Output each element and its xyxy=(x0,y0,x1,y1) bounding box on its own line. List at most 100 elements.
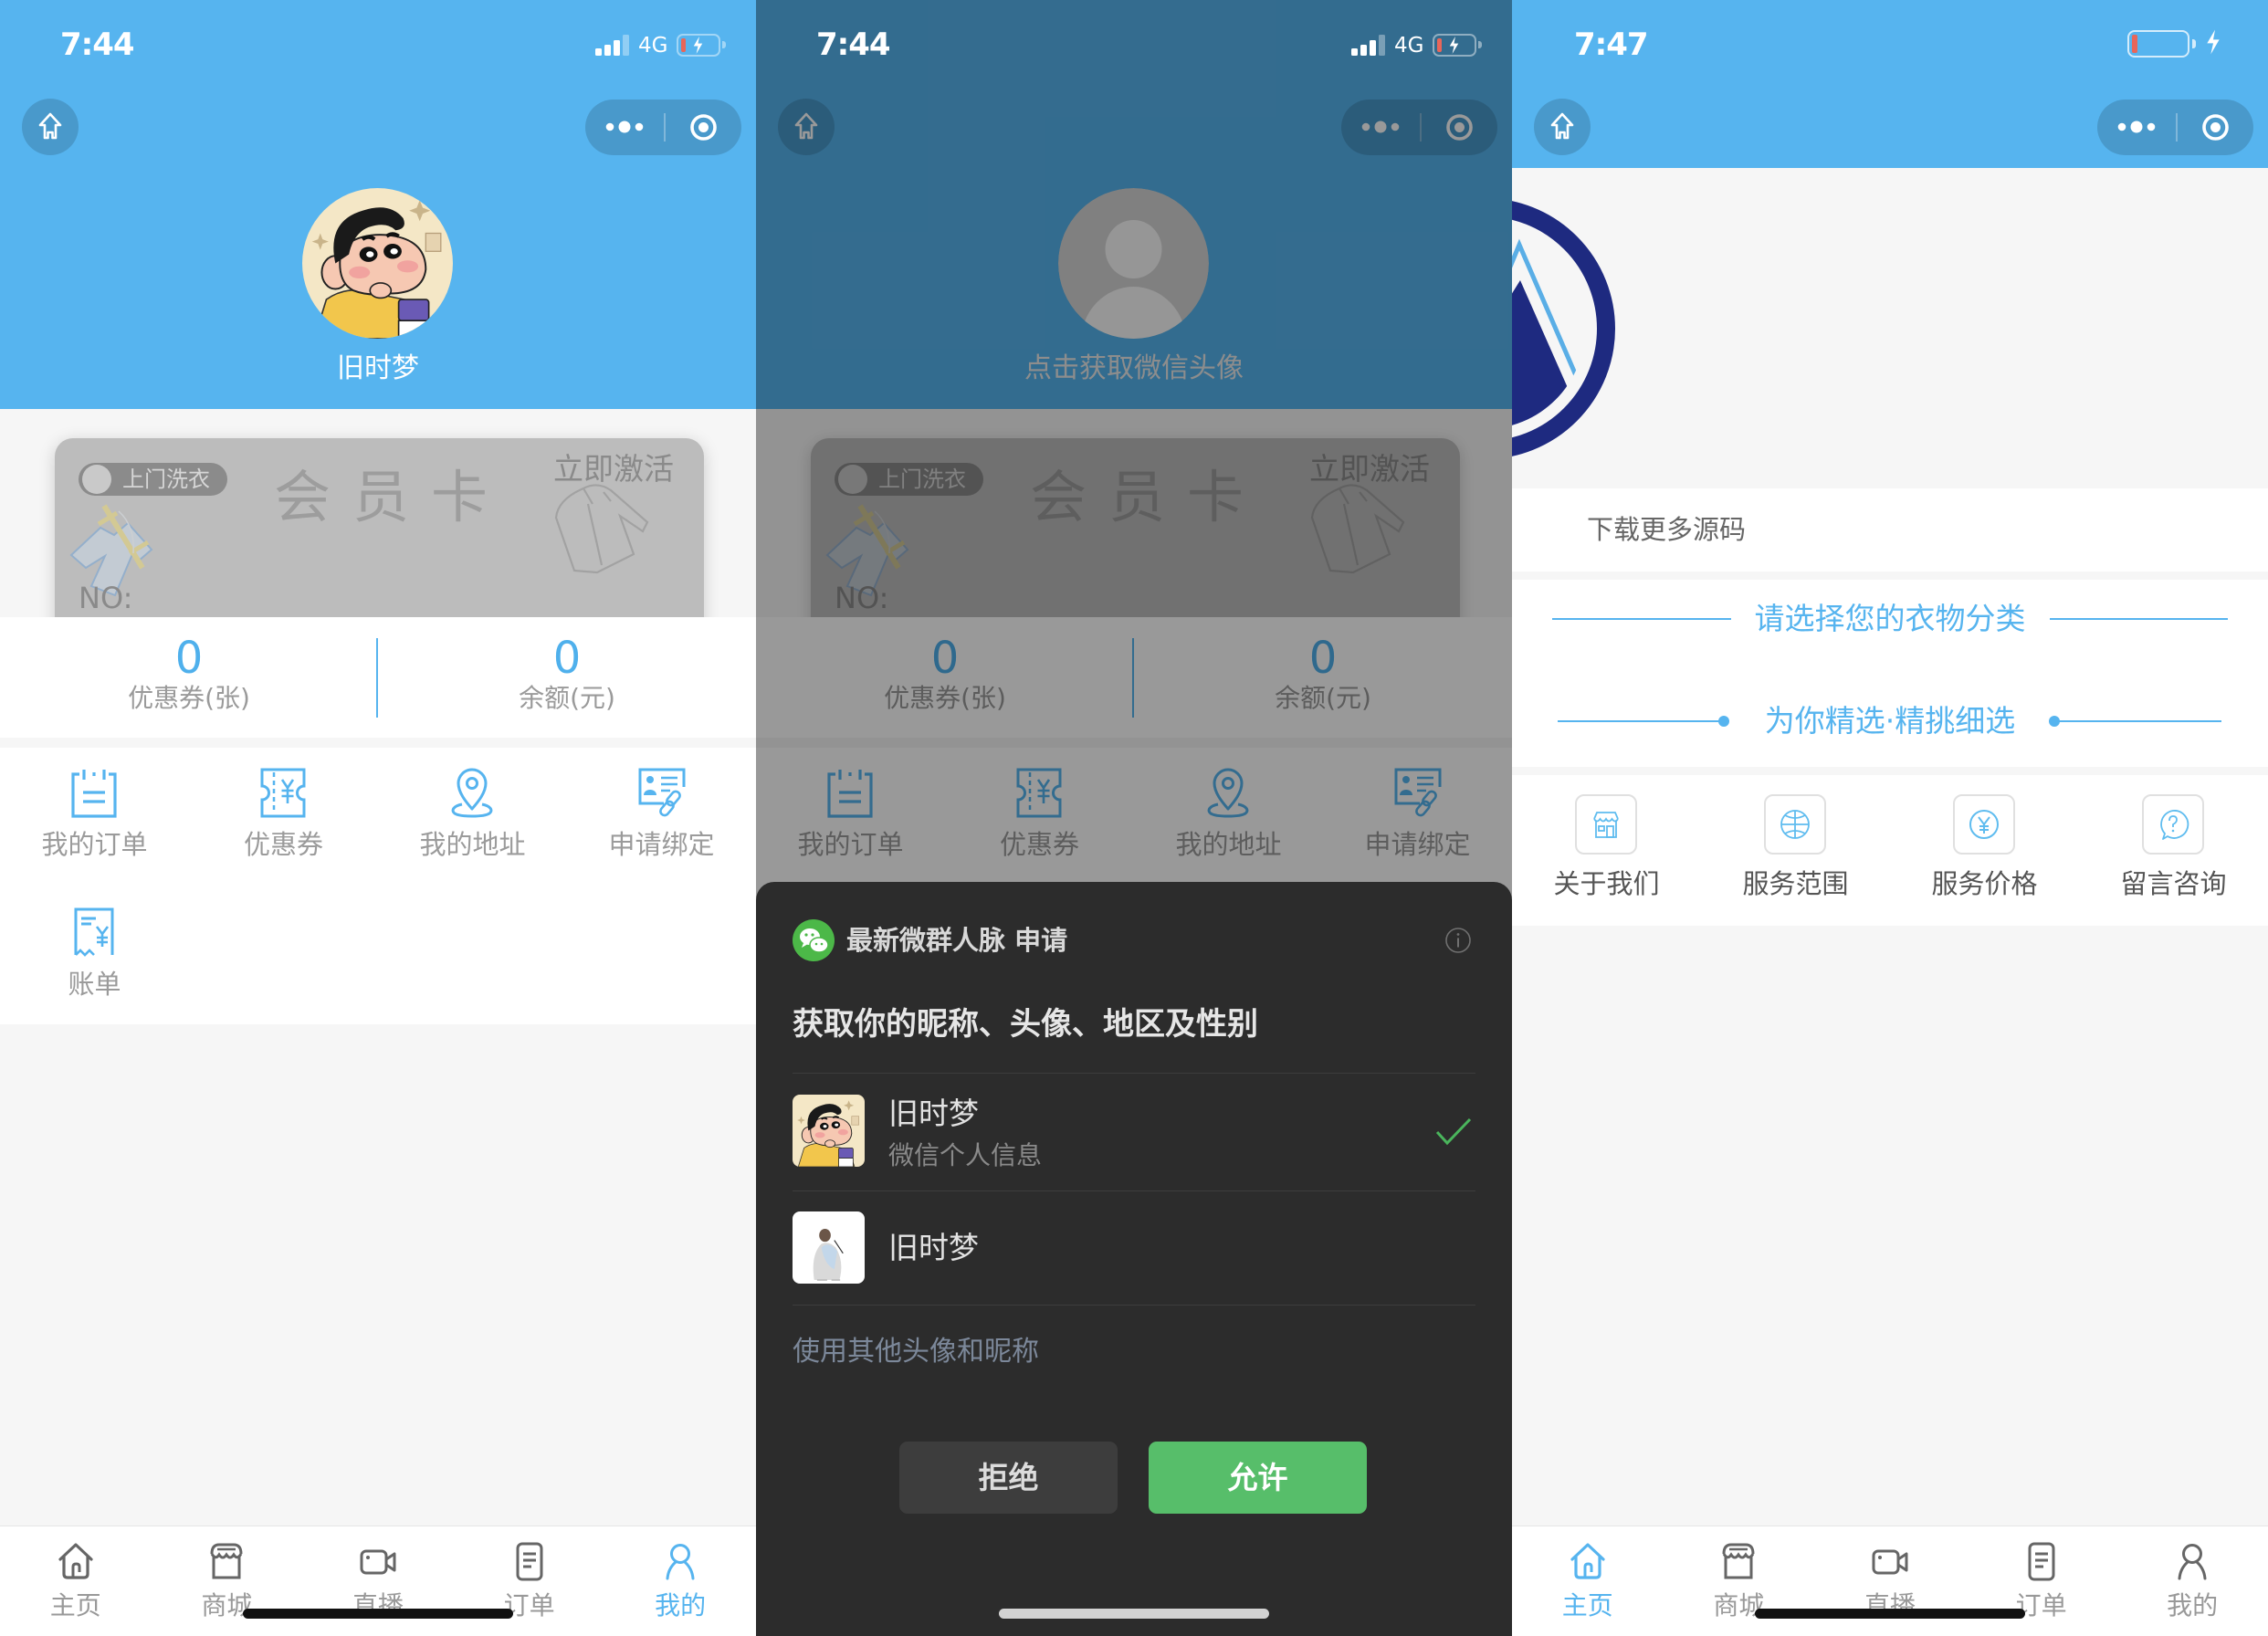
globe-icon xyxy=(1779,808,1811,841)
user-avatar[interactable] xyxy=(302,188,453,339)
tab-orders[interactable]: 订单 xyxy=(454,1526,605,1636)
profile-option-wechat[interactable]: 旧时梦 微信个人信息 xyxy=(756,1095,1512,1209)
close-miniprogram-button[interactable] xyxy=(2176,100,2253,155)
divider xyxy=(793,1305,1475,1306)
menu-label: 优惠券 xyxy=(243,829,323,860)
balance-stat[interactable]: 0 余额(元) xyxy=(378,617,756,738)
tab-home[interactable]: 主页 xyxy=(1512,1526,1664,1636)
reject-button[interactable]: 拒绝 xyxy=(899,1442,1118,1514)
stat-label: 优惠券(张) xyxy=(128,683,250,713)
menu-bills[interactable]: 账单 xyxy=(0,887,189,1024)
network-type: 4G xyxy=(1394,34,1424,58)
service-icon-box xyxy=(1764,794,1826,855)
tab-label: 主页 xyxy=(1561,1590,1613,1620)
notice-bar[interactable]: 下载更多源码 xyxy=(1512,488,2268,572)
home-indicator[interactable] xyxy=(243,1609,513,1619)
service-prices[interactable]: 服务价格 xyxy=(1890,775,2079,926)
home-icon xyxy=(56,1541,96,1581)
tab-store[interactable]: 商城 xyxy=(1664,1526,1815,1636)
tab-label: 主页 xyxy=(49,1590,101,1620)
tab-mine[interactable]: 我的 xyxy=(604,1526,756,1636)
home-indicator[interactable] xyxy=(1755,1609,2025,1619)
home-nav-button[interactable] xyxy=(22,99,79,155)
stat-value: 0 xyxy=(552,633,582,684)
username: 旧时梦 xyxy=(337,352,419,384)
tab-live[interactable]: 直播 xyxy=(302,1526,454,1636)
service-scope[interactable]: 服务范围 xyxy=(1701,775,1890,926)
battery-icon xyxy=(2127,30,2196,58)
use-other-avatar-link[interactable]: 使用其他头像和昵称 xyxy=(793,1336,1039,1369)
tab-mine[interactable]: 我的 xyxy=(2116,1526,2268,1636)
store-icon xyxy=(206,1541,247,1581)
member-card-title: 会员卡 xyxy=(274,464,510,530)
menu-my-address[interactable]: 我的地址 xyxy=(378,748,567,885)
service-label: 服务范围 xyxy=(1742,868,1849,899)
service-consultation[interactable]: 留言咨询 xyxy=(2079,775,2268,926)
tab-live[interactable]: 直播 xyxy=(1814,1526,1966,1636)
menu-label: 我的订单 xyxy=(41,829,148,860)
checkmark-icon xyxy=(1435,1117,1472,1146)
screen-home: 7:47 下载更多源码 请选择您的衣物分类 为你精选·精挑细选 关于我们 服务范… xyxy=(1512,0,2268,1636)
close-miniprogram-button[interactable] xyxy=(664,100,741,155)
tab-bar: 主页 商城 直播 订单 我的 xyxy=(0,1526,756,1636)
service-icon-box xyxy=(1953,794,2015,855)
home-icon xyxy=(1568,1541,1608,1581)
target-circle-icon xyxy=(2201,113,2230,142)
profile-option-alternate[interactable]: 旧时梦 xyxy=(756,1211,1512,1326)
home-arrow-icon xyxy=(1549,111,1575,141)
coupon-count-stat[interactable]: 0 优惠券(张) xyxy=(0,617,378,738)
status-bar: 7:44 4G xyxy=(756,0,1512,91)
status-time: 7:44 xyxy=(60,26,135,63)
option-avatar xyxy=(793,1095,865,1167)
option-name: 旧时梦 xyxy=(888,1096,979,1131)
status-time: 7:44 xyxy=(816,26,891,63)
option-avatar xyxy=(793,1211,865,1284)
tab-store[interactable]: 商城 xyxy=(152,1526,303,1636)
location-pin-icon xyxy=(447,767,497,819)
stat-value: 0 xyxy=(174,633,204,684)
document-icon xyxy=(2021,1541,2062,1581)
capsule-menu xyxy=(2097,100,2253,155)
tab-orders[interactable]: 订单 xyxy=(1966,1526,2117,1636)
wechat-icon xyxy=(793,919,835,961)
permission-heading: 获取你的昵称、头像、地区及性别 xyxy=(793,1006,1258,1043)
menu-coupons[interactable]: 优惠券 xyxy=(189,748,378,885)
allow-button[interactable]: 允许 xyxy=(1149,1442,1367,1514)
jacket-image xyxy=(547,481,658,575)
app-name: 最新微群人脉 xyxy=(846,925,1006,956)
network-type: 4G xyxy=(638,34,668,58)
menu-my-orders[interactable]: 我的订单 xyxy=(0,748,189,885)
avatar-image xyxy=(793,1211,865,1284)
charging-bolt-icon xyxy=(2206,29,2221,55)
banner-carousel[interactable] xyxy=(1512,168,2268,488)
charging-bolt-icon xyxy=(1448,37,1460,54)
info-icon[interactable] xyxy=(1444,927,1472,954)
card-number-label: NO: xyxy=(79,581,133,615)
service-badge: 上门洗衣 xyxy=(79,463,227,496)
menu-apply-binding[interactable]: 申请绑定 xyxy=(567,748,756,885)
divider xyxy=(793,1190,1475,1191)
activate-card-link[interactable]: 立即激活 xyxy=(553,451,674,488)
battery-level-fill xyxy=(1437,38,1442,52)
tab-home[interactable]: 主页 xyxy=(0,1526,152,1636)
home-nav-button[interactable] xyxy=(1534,99,1591,155)
menu-label: 账单 xyxy=(68,969,121,1000)
service-about-us[interactable]: 关于我们 xyxy=(1512,775,1701,926)
home-indicator[interactable] xyxy=(999,1609,1269,1619)
tab-label: 我的 xyxy=(655,1590,707,1620)
tab-label: 我的 xyxy=(2167,1590,2219,1620)
tab-bar: 主页 商城 直播 订单 我的 xyxy=(1512,1526,2268,1636)
account-stats: 0 优惠券(张) 0 余额(元) xyxy=(0,617,756,738)
avatar-image xyxy=(793,1095,865,1167)
service-icon-box xyxy=(1575,794,1637,855)
cellular-signal-icon xyxy=(595,35,632,56)
target-circle-icon xyxy=(689,113,718,142)
more-options-button[interactable] xyxy=(585,100,664,155)
battery-icon xyxy=(677,34,726,57)
title-line-right xyxy=(2050,618,2228,620)
clipboard-icon xyxy=(69,767,119,819)
more-options-button[interactable] xyxy=(2097,100,2176,155)
option-name: 旧时梦 xyxy=(888,1230,979,1265)
capsule-menu xyxy=(585,100,741,155)
stat-label: 余额(元) xyxy=(519,683,615,713)
